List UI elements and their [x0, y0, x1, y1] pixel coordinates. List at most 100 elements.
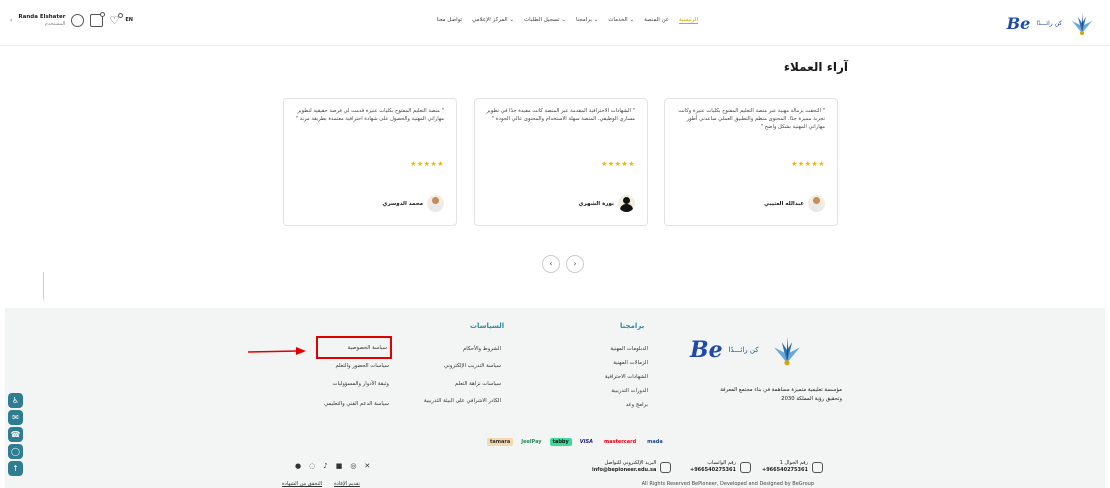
phone-label: رقم الجوال 1: [779, 460, 808, 466]
contact-email[interactable]: البريد الإلكتروني للتواصل info@bepioneer…: [592, 460, 672, 474]
footer-link[interactable]: الكادر الاشرافي على البيئة التدريبية: [424, 398, 501, 404]
policies-title: السياسات: [470, 322, 505, 330]
palm-flower-icon: [773, 337, 800, 366]
footer-link[interactable]: سياسة الدعم الفني والتعليمي: [324, 401, 389, 407]
reviewer-avatar: [808, 195, 825, 212]
visa-logo: VISA: [579, 439, 593, 445]
nav-home[interactable]: الرئيسية: [679, 17, 698, 24]
user-area: ‹ Randa Elshater المستخدم ♡ EN: [10, 11, 133, 27]
reviewer-name: محمد الدوسري: [382, 200, 423, 207]
footer-link[interactable]: الزمالات المهنية: [613, 360, 648, 366]
nav-requests[interactable]: تسجيل الطلبات ⌄: [524, 17, 566, 24]
side-quick-actions: ♿ ✉ ☎ ◯ ↑: [8, 393, 23, 476]
testimonial-text: " الشهادات الاحترافية المقدمة عبر المنصة…: [486, 108, 635, 122]
nav-contact[interactable]: تواصل معنا: [437, 17, 462, 24]
telegram-icon[interactable]: ●: [295, 462, 301, 470]
instagram-icon[interactable]: ◎: [350, 462, 356, 470]
x-icon[interactable]: ✕: [364, 462, 370, 470]
palm-flower-icon: [1072, 13, 1092, 35]
payment-methods: tamara JeelPay tabby VISA mastercard mad…: [487, 438, 666, 446]
tamara-logo: tamara: [487, 438, 514, 446]
footer-link[interactable]: سياسات نزاهة التعلم: [455, 381, 501, 387]
testimonial-card: " الشهادات الاحترافية المقدمة عبر المنصة…: [474, 98, 648, 226]
phone-number: +966540275361: [762, 467, 808, 473]
footer: [5, 308, 1105, 488]
copyright: All Rights Reserved BePioneer, Developed…: [641, 481, 814, 487]
carousel-prev-button[interactable]: ‹: [542, 255, 560, 273]
top-header: Be كن رائـــدًا الرئيسية عن المنصة الخدم…: [0, 0, 1110, 46]
footer-link[interactable]: الدبلومات المهنية: [610, 346, 648, 352]
mastercard-logo: mastercard: [603, 439, 637, 445]
footer-link[interactable]: الدورات التدريبية: [611, 388, 648, 394]
star-rating: ★★★★★: [410, 160, 444, 168]
reviewer-avatar: [618, 195, 635, 212]
whatsapp-label: رقم الواتساب: [707, 460, 736, 466]
main-nav: الرئيسية عن المنصة الخدمات ⌄ برامجنا ⌄ ت…: [437, 17, 698, 24]
nav-media[interactable]: المركز الإعلامي ⌄: [472, 17, 514, 24]
mail-icon: [660, 461, 672, 473]
scroll-top-icon[interactable]: ↑: [8, 461, 23, 476]
jeelpay-logo: JeelPay: [521, 439, 542, 445]
nav-programs[interactable]: برامجنا ⌄: [576, 17, 598, 24]
verify-certificate-link[interactable]: التحقق من الشهادة: [282, 481, 322, 487]
nav-about[interactable]: عن المنصة: [644, 17, 669, 24]
footer-logo-subtitle: كن رائـــدًا: [728, 346, 759, 354]
chevron-left-icon[interactable]: ‹: [10, 17, 12, 24]
testimonials-title: آراء العملاء: [783, 60, 848, 74]
footer-logo: Be كن رائـــدًا: [690, 332, 809, 368]
user-info[interactable]: Randa Elshater المستخدم: [18, 13, 65, 27]
footer-logo-text: Be: [690, 337, 723, 363]
page: Be كن رائـــدًا الرئيسية عن المنصة الخدم…: [0, 0, 1110, 488]
reviewer: محمد الدوسري: [382, 195, 444, 212]
reviewer-avatar: [427, 195, 444, 212]
footer-link[interactable]: الشروط والأحكام: [463, 346, 501, 352]
mail-icon[interactable]: ✉: [8, 410, 23, 425]
phone-icon[interactable]: ☎: [8, 427, 23, 442]
submit-feedback-link[interactable]: تقديم الإفادة: [334, 481, 360, 487]
logo-subtitle: كن رائـــدًا: [1036, 19, 1062, 27]
carousel-next-button[interactable]: ›: [566, 255, 584, 273]
testimonial-card: " التحقت بزمالة مهنية عبر منصة التعليم ا…: [664, 98, 838, 226]
social-links: ● ◌ ♪ ■ ◎ ✕: [295, 462, 370, 470]
snapchat-icon[interactable]: ◌: [309, 462, 315, 470]
reviewer-name: عبدالله العتيبي: [764, 200, 804, 207]
nav-services[interactable]: الخدمات ⌄: [608, 17, 634, 24]
accessibility-icon[interactable]: ♿: [8, 393, 23, 408]
heart-icon[interactable]: ♡: [109, 12, 124, 26]
testimonial-text: " منصة التعليم المفتوح بكليات عنيزة قدمت…: [295, 108, 444, 122]
user-avatar-icon[interactable]: [71, 13, 85, 27]
whatsapp-icon: [739, 461, 751, 473]
mada-logo: mada: [647, 439, 663, 445]
tiktok-icon[interactable]: ♪: [323, 462, 327, 470]
star-rating: ★★★★★: [791, 160, 825, 168]
email-address: info@bepioneer.edu.sa: [592, 467, 657, 473]
reviewer: نورة الشهري: [579, 195, 635, 212]
reviewer-name: نورة الشهري: [578, 200, 614, 207]
footer-link[interactable]: سياسات الحضور والتعلم: [335, 363, 389, 369]
footer-link[interactable]: وثيقة الأدوار والمسؤوليات: [333, 381, 390, 387]
footer-mission: مؤسسة تعليمية متميزة مساهمة في بناء مجتم…: [720, 387, 842, 402]
footer-link[interactable]: برامج وعد: [626, 402, 648, 408]
reviewer: عبدالله العتيبي: [764, 195, 825, 212]
cart-icon[interactable]: [90, 11, 106, 27]
whatsapp-icon[interactable]: ◯: [8, 444, 23, 459]
testimonial-text: " التحقت بزمالة مهنية عبر منصة التعليم ا…: [678, 108, 825, 130]
language-toggle[interactable]: EN: [125, 17, 133, 23]
linkedin-icon[interactable]: ■: [336, 462, 343, 470]
decorative-line: [43, 272, 44, 300]
contact-whatsapp[interactable]: رقم الواتساب +966540275361: [690, 460, 751, 474]
tabby-logo: tabby: [549, 438, 572, 446]
footer-link[interactable]: الشهادات الاحترافية: [605, 374, 648, 380]
testimonial-card: " منصة التعليم المفتوح بكليات عنيزة قدمت…: [283, 98, 457, 226]
highlight-box: [316, 336, 392, 359]
email-label: البريد الإلكتروني للتواصل: [604, 460, 657, 466]
logo-text: Be: [1006, 13, 1031, 33]
user-name: Randa Elshater: [18, 14, 66, 20]
footer-link[interactable]: سياسة التدريب الإلكتروني: [444, 363, 501, 369]
site-logo[interactable]: Be كن رائـــدًا: [1007, 9, 1096, 37]
star-rating: ★★★★★: [601, 160, 635, 168]
user-role: المستخدم: [44, 21, 66, 27]
whatsapp-number: +966540275361: [690, 467, 736, 473]
contact-phone[interactable]: رقم الجوال 1 +966540275361: [762, 460, 823, 474]
programs-title: برامجنا: [620, 322, 645, 330]
